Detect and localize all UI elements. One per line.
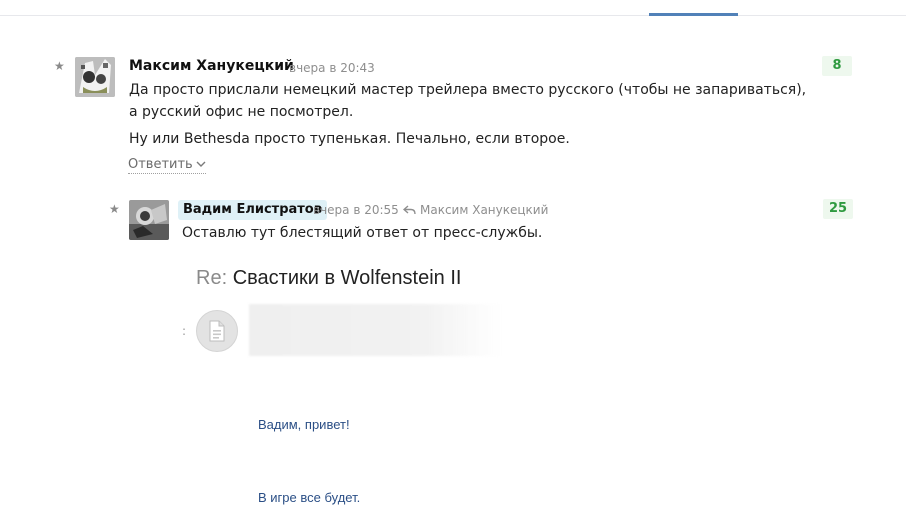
reply-arrow-icon: [403, 205, 416, 215]
star-icon[interactable]: ★: [109, 203, 120, 215]
email-subject-prefix: Re:: [196, 267, 228, 289]
reply-text: Оставлю тут блестящий ответ от пресс-слу…: [182, 225, 543, 241]
reply-button-label: Ответить: [128, 157, 193, 172]
email-subject-text: Свастики в Wolfenstein II: [232, 267, 462, 289]
email-body-text: В игре все будет.: [258, 490, 361, 505]
reply-author-link[interactable]: Вадим Елистратов: [178, 200, 327, 220]
active-tab-indicator: [649, 13, 738, 16]
avatar-image: [129, 200, 169, 240]
avatar-image: [75, 57, 115, 97]
comment-score: 8: [822, 56, 852, 76]
reply-to-name: Максим Ханукецкий: [420, 203, 549, 217]
email-greeting: Вадим, привет!: [258, 417, 350, 432]
avatar[interactable]: [75, 57, 115, 97]
comment-author-link[interactable]: Максим Ханукецкий: [129, 57, 294, 75]
comment-text-line: Ну или Bethesda просто тупенькая. Печаль…: [129, 131, 570, 147]
reply-score: 25: [823, 199, 853, 219]
chevron-down-icon: [196, 156, 206, 173]
email-sender-redacted: [249, 304, 501, 356]
star-icon[interactable]: ★: [54, 60, 65, 72]
email-separator: :: [182, 324, 187, 338]
comment-timestamp[interactable]: вчера в 20:43: [289, 60, 375, 76]
avatar[interactable]: [129, 200, 169, 240]
top-divider: [0, 15, 906, 16]
comment-text-line: а русский офис не посмотрел.: [129, 104, 354, 120]
email-subject: Re: Свастики в Wolfenstein II: [196, 266, 461, 290]
reply-timestamp[interactable]: вчера в 20:55: [313, 202, 399, 218]
reply-to-link[interactable]: Максим Ханукецкий: [403, 202, 548, 218]
reply-button[interactable]: Ответить: [128, 156, 206, 174]
comment-text-line: Да просто прислали немецкий мастер трейл…: [129, 82, 807, 98]
document-icon: [196, 310, 238, 352]
